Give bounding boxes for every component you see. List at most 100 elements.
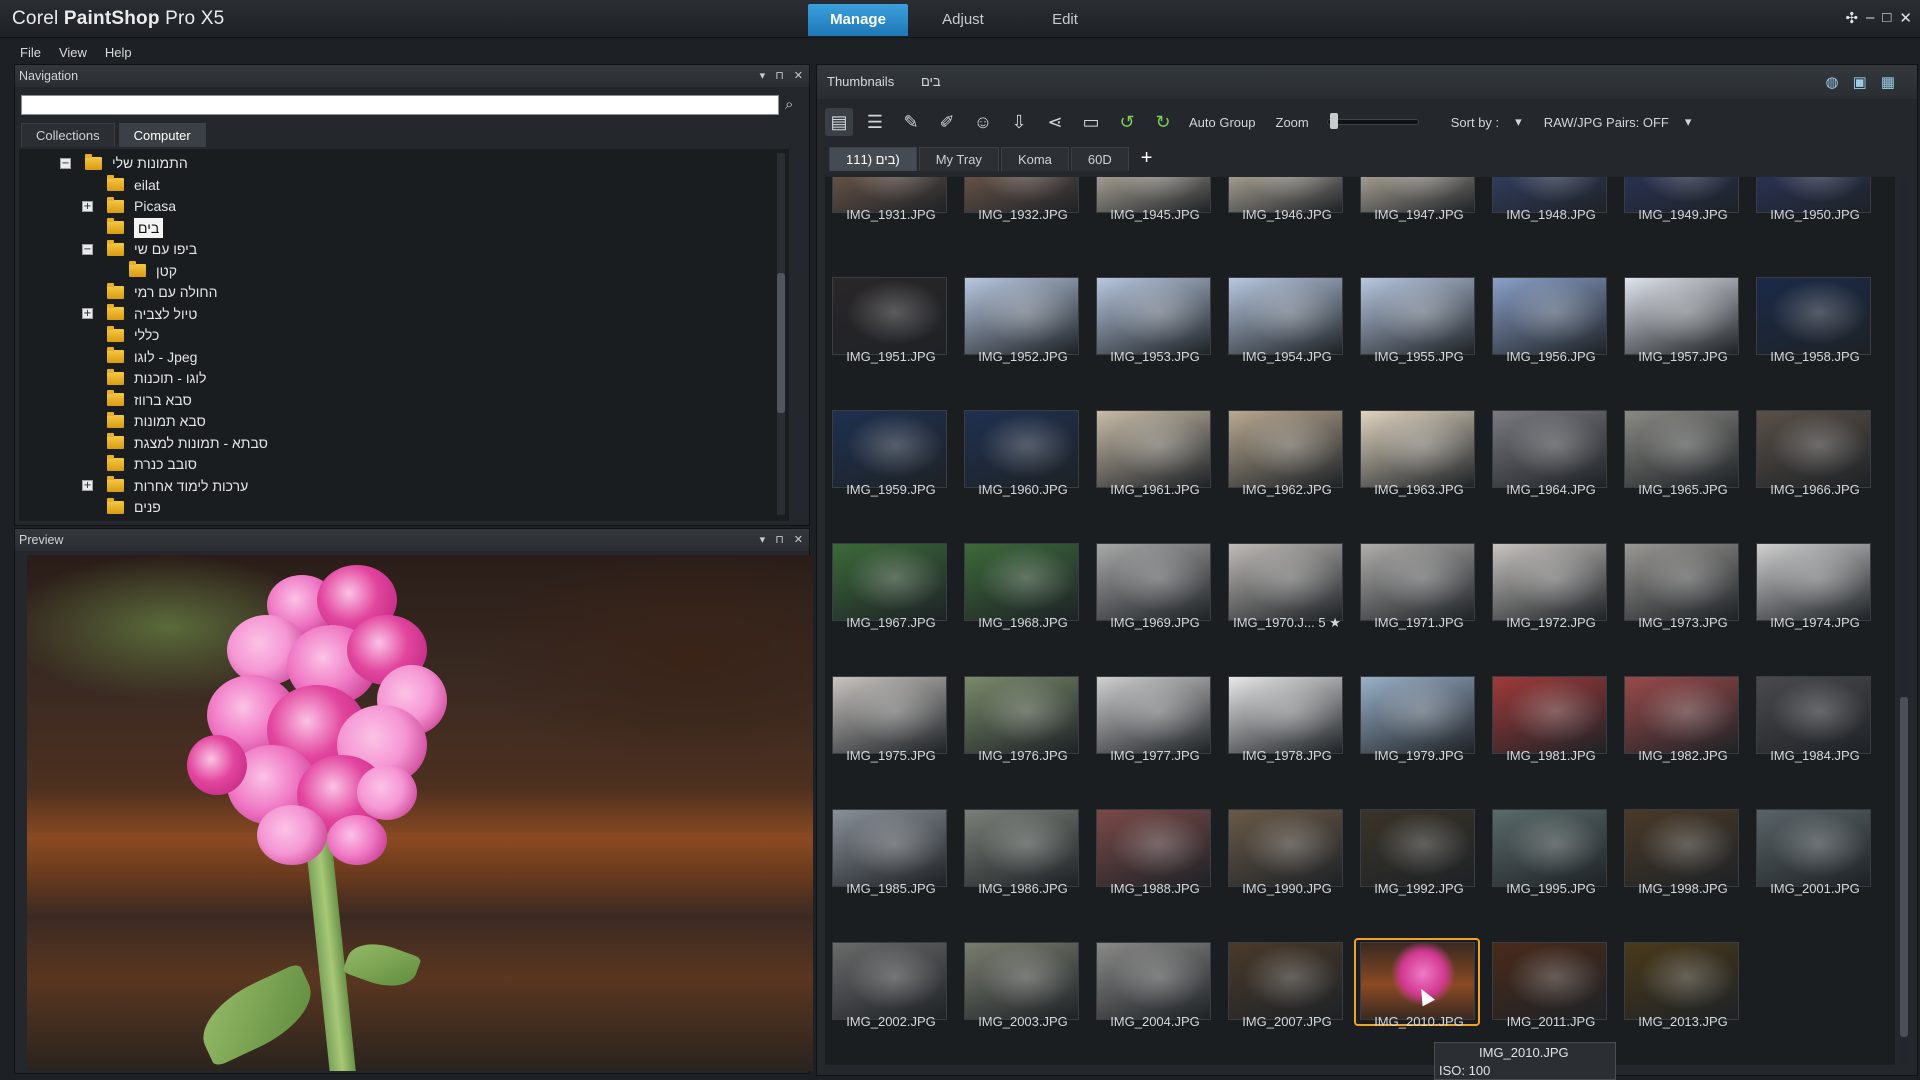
thumbnail-item[interactable]: IMG_1969.JPG [1089,543,1221,676]
thumbnail-item[interactable]: IMG_1949.JPG [1617,177,1749,268]
add-tray-button[interactable]: + [1131,147,1163,171]
thumbnail-item[interactable]: IMG_1990.JPG [1221,809,1353,942]
tray-tab-folder[interactable]: 111) בים) [829,147,917,171]
minimize-button[interactable]: – [1866,9,1874,27]
raw-jpg-pairs-dropdown[interactable]: RAW/JPG Pairs: OFF [1544,115,1669,130]
thumbnail-item[interactable]: IMG_1956.JPG [1485,277,1617,410]
thumbnail-item[interactable]: IMG_1963.JPG [1353,410,1485,543]
grid-view-icon[interactable]: ▦ [1881,73,1895,91]
thumbnail-item[interactable]: IMG_1964.JPG [1485,410,1617,543]
filmstrip-view-icon[interactable]: ▣ [1853,73,1867,91]
thumbnail-item[interactable]: IMG_1952.JPG [957,277,1089,410]
folder-tree-item[interactable]: לוגו - תוכנות [82,368,206,388]
folder-tree-item[interactable]: eilat [82,175,160,195]
thumbnail-item[interactable]: IMG_1984.JPG [1749,676,1881,809]
thumbnail-item[interactable]: IMG_1953.JPG [1089,277,1221,410]
thumbnail-view-icon[interactable]: ▤ [825,108,853,136]
thumbnail-item[interactable]: IMG_1955.JPG [1353,277,1485,410]
auto-group-button[interactable]: Auto Group [1189,115,1256,130]
thumbnail-item[interactable]: IMG_1947.JPG [1353,177,1485,268]
tab-adjust[interactable]: Adjust [913,4,1013,36]
thumbnail-item[interactable]: IMG_1961.JPG [1089,410,1221,543]
thumbnail-item[interactable]: IMG_1950.JPG [1749,177,1881,268]
globe-icon[interactable]: ◍ [1826,73,1839,91]
details-view-icon[interactable]: ☰ [861,108,889,136]
expand-icon[interactable]: + [82,480,93,491]
rotate-right-icon[interactable]: ↻ [1149,108,1177,136]
tab-manage[interactable]: Manage [808,4,908,36]
menu-view[interactable]: View [59,45,87,60]
brush-icon[interactable]: ✎ [897,108,925,136]
thumbnail-item[interactable]: IMG_2007.JPG [1221,942,1353,1065]
raw-chevron-down-icon[interactable]: ▾ [1685,114,1692,130]
folder-tree-item[interactable]: − ביפו עם שי [82,239,197,259]
folder-tree-item[interactable]: + ערכות לימוד אחרות [82,476,248,496]
thumbnail-item[interactable]: IMG_1992.JPG [1353,809,1485,942]
tray-tab-koma[interactable]: Koma [1000,147,1069,171]
folder-tree-item[interactable]: לוגו - Jpeg [82,347,197,367]
tray-tab-60d[interactable]: 60D [1070,147,1129,171]
thumbnail-item[interactable]: IMG_1965.JPG [1617,410,1749,543]
thumbnail-item[interactable]: IMG_1967.JPG [825,543,957,676]
thumbnail-item[interactable]: IMG_1960.JPG [957,410,1089,543]
menu-file[interactable]: File [20,45,41,60]
collapse-icon[interactable]: − [82,243,93,255]
tab-computer[interactable]: Computer [118,123,206,147]
thumbnail-item[interactable]: IMG_1979.JPG [1353,676,1485,809]
maximize-button[interactable]: □ [1882,9,1891,27]
folder-tree-item[interactable]: קטן [104,261,177,281]
thumbnail-item[interactable]: IMG_1971.JPG [1353,543,1485,676]
folder-tree-item[interactable]: כללי [82,325,159,345]
panel-menu-icon[interactable]: ▾ [760,529,766,551]
thumbnail-item[interactable]: IMG_1968.JPG [957,543,1089,676]
thumbnail-item[interactable]: IMG_1931.JPG [825,177,957,268]
retouch-icon[interactable]: ✐ [933,108,961,136]
thumbnail-item[interactable]: IMG_2002.JPG [825,942,957,1065]
thumbnail-item[interactable]: IMG_1970.J... 5 ★ [1221,543,1353,676]
thumbnail-item[interactable]: IMG_1959.JPG [825,410,957,543]
tray-tab-my-tray[interactable]: My Tray [918,147,999,171]
thumbnail-item[interactable]: IMG_1951.JPG [825,277,957,410]
workspace-icon[interactable]: ✣ [1845,9,1858,27]
folder-tree-item[interactable]: − התמונות שלי [60,153,188,173]
thumbnail-item[interactable]: IMG_2001.JPG [1749,809,1881,942]
folder-tree-item[interactable]: בים [82,217,164,238]
thumbnail-item[interactable]: IMG_1946.JPG [1221,177,1353,268]
import-icon[interactable]: ⇩ [1005,108,1033,136]
thumbnail-item[interactable]: IMG_1985.JPG [825,809,957,942]
thumbnail-item[interactable]: IMG_1932.JPG [957,177,1089,268]
thumbnail-item[interactable]: IMG_1975.JPG [825,676,957,809]
thumbnail-item[interactable]: IMG_2004.JPG [1089,942,1221,1065]
panel-close-icon[interactable]: ✕ [794,529,803,551]
panel-close-icon[interactable]: ✕ [794,65,803,87]
expand-icon[interactable]: + [82,200,93,212]
folder-tree-item[interactable]: סבא תמונות [82,411,206,431]
thumbnail-item[interactable]: IMG_1988.JPG [1089,809,1221,942]
folder-tree-item[interactable]: + טיול לצביה [82,304,197,324]
folder-tree-item[interactable]: + Picasa [82,196,176,216]
thumbnail-item[interactable]: IMG_1978.JPG [1221,676,1353,809]
sort-by-dropdown[interactable]: Sort by : [1451,115,1499,130]
scrollbar-thumb[interactable] [777,273,785,413]
thumbnail-item[interactable]: IMG_1958.JPG [1749,277,1881,410]
scrollbar-thumb[interactable] [1900,697,1908,1037]
close-button[interactable]: ✕ [1899,9,1912,27]
people-icon[interactable]: ☺ [969,108,997,136]
rotate-left-icon[interactable]: ↺ [1113,108,1141,136]
panel-menu-icon[interactable]: ▾ [760,65,766,87]
folder-tree-item[interactable]: סובב כנרת [82,454,197,474]
thumbnail-item[interactable]: IMG_1948.JPG [1485,177,1617,268]
thumbnail-item[interactable]: IMG_1995.JPG [1485,809,1617,942]
thumbnail-item[interactable]: IMG_1973.JPG [1617,543,1749,676]
menu-help[interactable]: Help [105,45,132,60]
thumbnail-item[interactable]: IMG_1981.JPG [1485,676,1617,809]
zoom-slider[interactable] [1326,113,1419,129]
thumbnail-scrollbar[interactable] [1899,177,1909,1065]
thumbnail-item[interactable]: IMG_2003.JPG [957,942,1089,1065]
thumbnail-item[interactable]: IMG_2013.JPG [1617,942,1749,1065]
pin-icon[interactable]: ⊓ [775,65,784,87]
zoom-slider-handle[interactable] [1329,113,1338,129]
thumbnail-item[interactable]: IMG_1974.JPG [1749,543,1881,676]
sort-chevron-down-icon[interactable]: ▾ [1515,114,1522,130]
thumbnail-item[interactable]: IMG_1976.JPG [957,676,1089,809]
